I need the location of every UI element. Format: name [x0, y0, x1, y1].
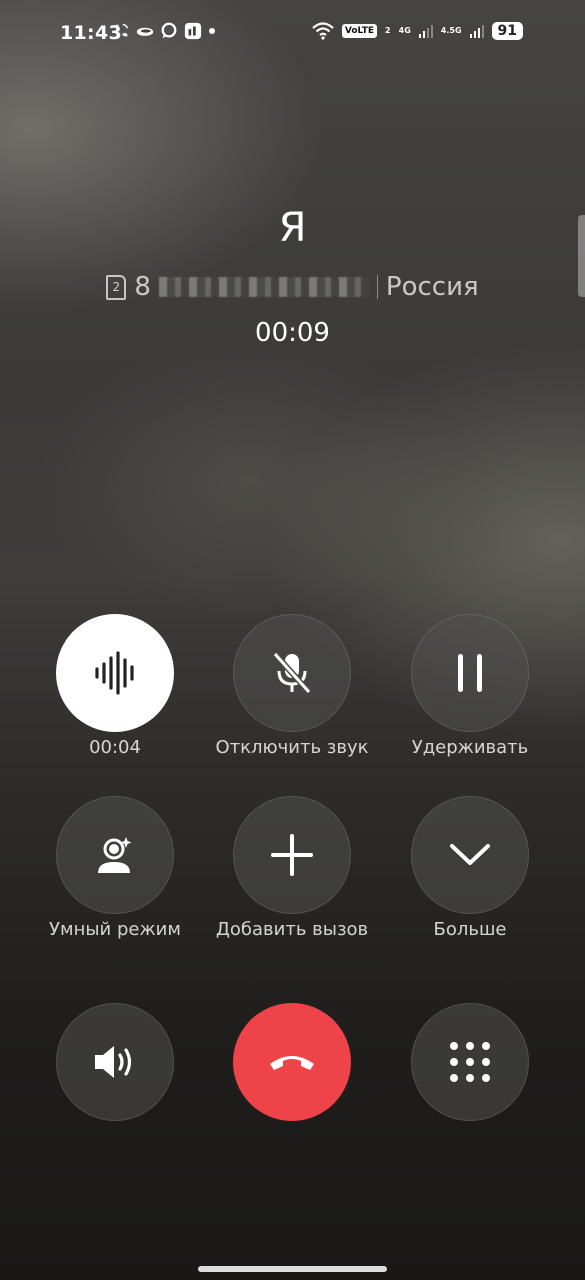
hangup-icon: [270, 1056, 314, 1070]
app-notification-icon: [184, 22, 202, 40]
battery-level: 91: [491, 22, 523, 40]
chat-bubble-icon: [161, 22, 177, 39]
recording-label: 00:04: [89, 737, 141, 758]
network-type-1: 4G: [398, 26, 411, 35]
caller-number-line: 2 8 Россия: [0, 272, 585, 302]
keypad-icon: [450, 1042, 490, 1082]
volte-badge: VoLTE: [341, 24, 378, 38]
signal-icon: [418, 25, 433, 38]
pause-icon: [458, 654, 482, 692]
speaker-icon: [95, 1046, 132, 1078]
wifi-call-icon: [115, 23, 128, 37]
caller-name: Я: [278, 205, 307, 251]
chevron-down-icon: [450, 844, 490, 865]
sim-card-icon: 2: [106, 274, 127, 300]
more-label: Больше: [433, 919, 507, 940]
volte-sim-label: 2: [385, 26, 391, 35]
mute-button[interactable]: [233, 614, 351, 732]
hold-button[interactable]: [411, 614, 529, 732]
recording-button[interactable]: [56, 614, 174, 732]
mic-off-icon: [272, 651, 312, 695]
end-call-button[interactable]: [233, 1003, 351, 1121]
network-type-2: 4.5G: [440, 26, 462, 35]
masked-number: [158, 277, 369, 297]
caller-country: Россия: [385, 272, 479, 302]
number-prefix: 8: [134, 272, 151, 302]
add-call-label: Добавить вызов: [215, 919, 369, 940]
hold-label: Удерживать: [411, 737, 529, 758]
cloud-icon: [136, 27, 154, 36]
mute-label: Отключить звук: [215, 737, 369, 758]
home-indicator[interactable]: [198, 1266, 387, 1272]
speaker-button[interactable]: [56, 1003, 174, 1121]
status-left-icons: [112, 22, 216, 40]
smart-mode-button[interactable]: [56, 796, 174, 914]
call-duration: 00:09: [255, 318, 330, 348]
smart-mode-label: Умный режим: [49, 919, 181, 940]
keypad-button[interactable]: [411, 1003, 529, 1121]
status-right-icons: VoLTE 2 4G 4.5G 91: [312, 22, 523, 40]
dot-icon: [209, 28, 215, 34]
wifi-icon: [312, 22, 334, 40]
smart-person-icon: [98, 837, 132, 873]
more-button[interactable]: [411, 796, 529, 914]
plus-icon: [271, 834, 313, 876]
divider: [376, 275, 378, 299]
waveform-icon: [95, 651, 134, 695]
add-call-button[interactable]: [233, 796, 351, 914]
status-bar: 11:43 VoLTE 2 4G 4.5G 91: [0, 0, 585, 70]
signal-icon-2: [469, 25, 484, 38]
